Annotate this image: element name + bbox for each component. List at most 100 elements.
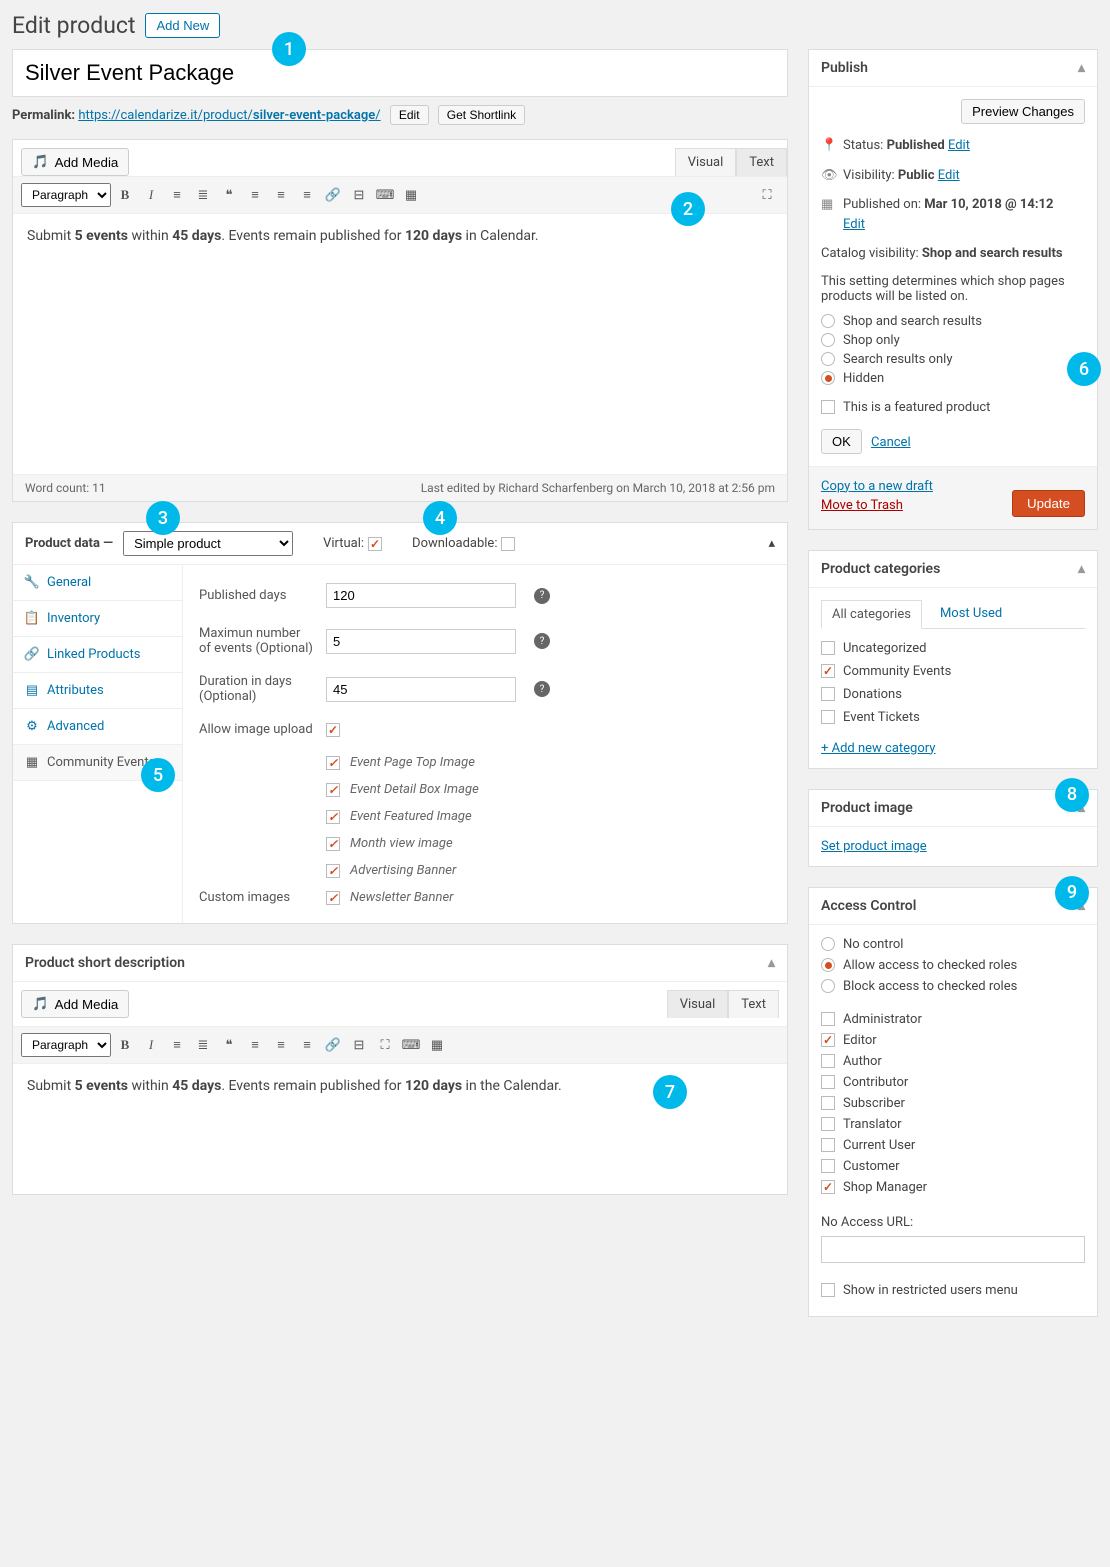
get-shortlink-button[interactable]: Get Shortlink — [438, 105, 525, 125]
keyboard-icon[interactable]: ⌨ — [373, 183, 397, 207]
fullscreen-icon[interactable]: ⛶ — [373, 1033, 397, 1057]
bullet-list-icon[interactable]: ≡ — [165, 1033, 189, 1057]
catalog-ok-button[interactable]: OK — [821, 429, 862, 454]
panel-toggle-icon[interactable]: ▴ — [1078, 60, 1085, 76]
catalog-shop-search-radio[interactable] — [821, 314, 835, 328]
align-right-icon[interactable]: ≡ — [295, 1033, 319, 1057]
link-icon[interactable]: 🔗 — [321, 183, 345, 207]
align-left-icon[interactable]: ≡ — [243, 183, 267, 207]
number-list-icon[interactable]: ≣ — [191, 183, 215, 207]
add-media-button[interactable]: 🎵 Add Media — [21, 148, 129, 176]
bold-icon[interactable]: B — [113, 1033, 137, 1057]
duration-input[interactable] — [326, 677, 516, 702]
pd-tab-general[interactable]: 🔧General — [13, 565, 182, 601]
copy-draft-link[interactable]: Copy to a new draft — [821, 479, 933, 494]
editor-content[interactable]: Submit 5 events within 45 days. Events r… — [13, 214, 787, 474]
add-new-button[interactable]: Add New — [145, 13, 220, 38]
published-days-input[interactable] — [326, 583, 516, 608]
access-allow-radio[interactable] — [821, 958, 835, 972]
img-featured-checkbox[interactable] — [326, 810, 340, 824]
format-select[interactable]: Paragraph — [21, 183, 111, 207]
img-month-checkbox[interactable] — [326, 837, 340, 851]
max-events-input[interactable] — [326, 629, 516, 654]
pd-tab-linked[interactable]: 🔗Linked Products — [13, 637, 182, 673]
role-translator-checkbox[interactable] — [821, 1117, 835, 1131]
number-list-icon[interactable]: ≣ — [191, 1033, 215, 1057]
pd-tab-attributes[interactable]: ▤Attributes — [13, 673, 182, 709]
virtual-checkbox[interactable] — [368, 537, 382, 551]
role-editor-checkbox[interactable] — [821, 1033, 835, 1047]
cat-tab-most[interactable]: Most Used — [936, 600, 1006, 628]
panel-toggle-icon[interactable]: ▴ — [768, 955, 775, 971]
quote-icon[interactable]: ❝ — [217, 1033, 241, 1057]
access-none-radio[interactable] — [821, 937, 835, 951]
role-current-user-checkbox[interactable] — [821, 1138, 835, 1152]
set-product-image-link[interactable]: Set product image — [821, 839, 927, 854]
panel-toggle-icon[interactable]: ▴ — [1078, 561, 1085, 577]
show-restricted-checkbox[interactable] — [821, 1283, 835, 1297]
cat-tab-all[interactable]: All categories — [821, 600, 922, 629]
no-access-url-input[interactable] — [821, 1236, 1085, 1263]
role-author-checkbox[interactable] — [821, 1054, 835, 1068]
access-block-radio[interactable] — [821, 979, 835, 993]
downloadable-checkbox[interactable] — [501, 537, 515, 551]
img-top-checkbox[interactable] — [326, 756, 340, 770]
toolbar-toggle-icon[interactable]: ▦ — [399, 183, 423, 207]
toolbar-toggle-icon[interactable]: ▦ — [425, 1033, 449, 1057]
role-customer-checkbox[interactable] — [821, 1159, 835, 1173]
move-trash-link[interactable]: Move to Trash — [821, 498, 933, 513]
italic-icon[interactable]: I — [139, 1033, 163, 1057]
role-admin-checkbox[interactable] — [821, 1012, 835, 1026]
catalog-shop-only-radio[interactable] — [821, 333, 835, 347]
add-media-button[interactable]: 🎵 Add Media — [21, 990, 129, 1018]
permalink-url[interactable]: https://calendarize.it/product/silver-ev… — [78, 108, 380, 123]
role-shopmgr-checkbox[interactable] — [821, 1180, 835, 1194]
catalog-search-only-radio[interactable] — [821, 352, 835, 366]
italic-icon[interactable]: I — [139, 183, 163, 207]
edit-date-link[interactable]: Edit — [843, 217, 865, 232]
update-button[interactable]: Update — [1012, 490, 1085, 517]
fullscreen-icon[interactable]: ⛶ — [755, 183, 779, 207]
preview-changes-button[interactable]: Preview Changes — [961, 99, 1085, 124]
help-icon[interactable]: ? — [534, 633, 550, 649]
permalink-edit-button[interactable]: Edit — [390, 105, 429, 125]
align-left-icon[interactable]: ≡ — [243, 1033, 267, 1057]
cat-community-checkbox[interactable] — [821, 664, 835, 678]
editor-tab-text[interactable]: Text — [736, 148, 787, 176]
panel-toggle-icon[interactable]: ▴ — [768, 536, 775, 551]
align-center-icon[interactable]: ≡ — [269, 183, 293, 207]
more-icon[interactable]: ⊟ — [347, 1033, 371, 1057]
align-center-icon[interactable]: ≡ — [269, 1033, 293, 1057]
edit-visibility-link[interactable]: Edit — [938, 168, 960, 183]
img-newsletter-checkbox[interactable] — [326, 891, 340, 905]
product-title-input[interactable] — [12, 49, 788, 97]
cat-donations-checkbox[interactable] — [821, 687, 835, 701]
img-detail-checkbox[interactable] — [326, 783, 340, 797]
role-subscriber-checkbox[interactable] — [821, 1096, 835, 1110]
keyboard-icon[interactable]: ⌨ — [399, 1033, 423, 1057]
format-select[interactable]: Paragraph — [21, 1033, 111, 1057]
featured-product-checkbox[interactable] — [821, 400, 835, 414]
add-category-link[interactable]: + Add new category — [821, 741, 935, 756]
align-right-icon[interactable]: ≡ — [295, 183, 319, 207]
help-icon[interactable]: ? — [534, 588, 550, 604]
catalog-cancel-link[interactable]: Cancel — [871, 435, 911, 450]
editor-tab-visual[interactable]: Visual — [667, 990, 729, 1018]
link-icon[interactable]: 🔗 — [321, 1033, 345, 1057]
bullet-list-icon[interactable]: ≡ — [165, 183, 189, 207]
editor-tab-visual[interactable]: Visual — [675, 148, 737, 176]
role-contributor-checkbox[interactable] — [821, 1075, 835, 1089]
pd-tab-advanced[interactable]: ⚙Advanced — [13, 709, 182, 745]
edit-status-link[interactable]: Edit — [948, 138, 970, 153]
pd-tab-inventory[interactable]: 📋Inventory — [13, 601, 182, 637]
product-type-select[interactable]: Simple product — [123, 531, 293, 556]
help-icon[interactable]: ? — [534, 681, 550, 697]
catalog-hidden-radio[interactable] — [821, 371, 835, 385]
editor-tab-text[interactable]: Text — [728, 990, 779, 1018]
quote-icon[interactable]: ❝ — [217, 183, 241, 207]
cat-uncategorized-checkbox[interactable] — [821, 641, 835, 655]
allow-upload-checkbox[interactable] — [326, 723, 340, 737]
more-icon[interactable]: ⊟ — [347, 183, 371, 207]
bold-icon[interactable]: B — [113, 183, 137, 207]
img-ad-checkbox[interactable] — [326, 864, 340, 878]
